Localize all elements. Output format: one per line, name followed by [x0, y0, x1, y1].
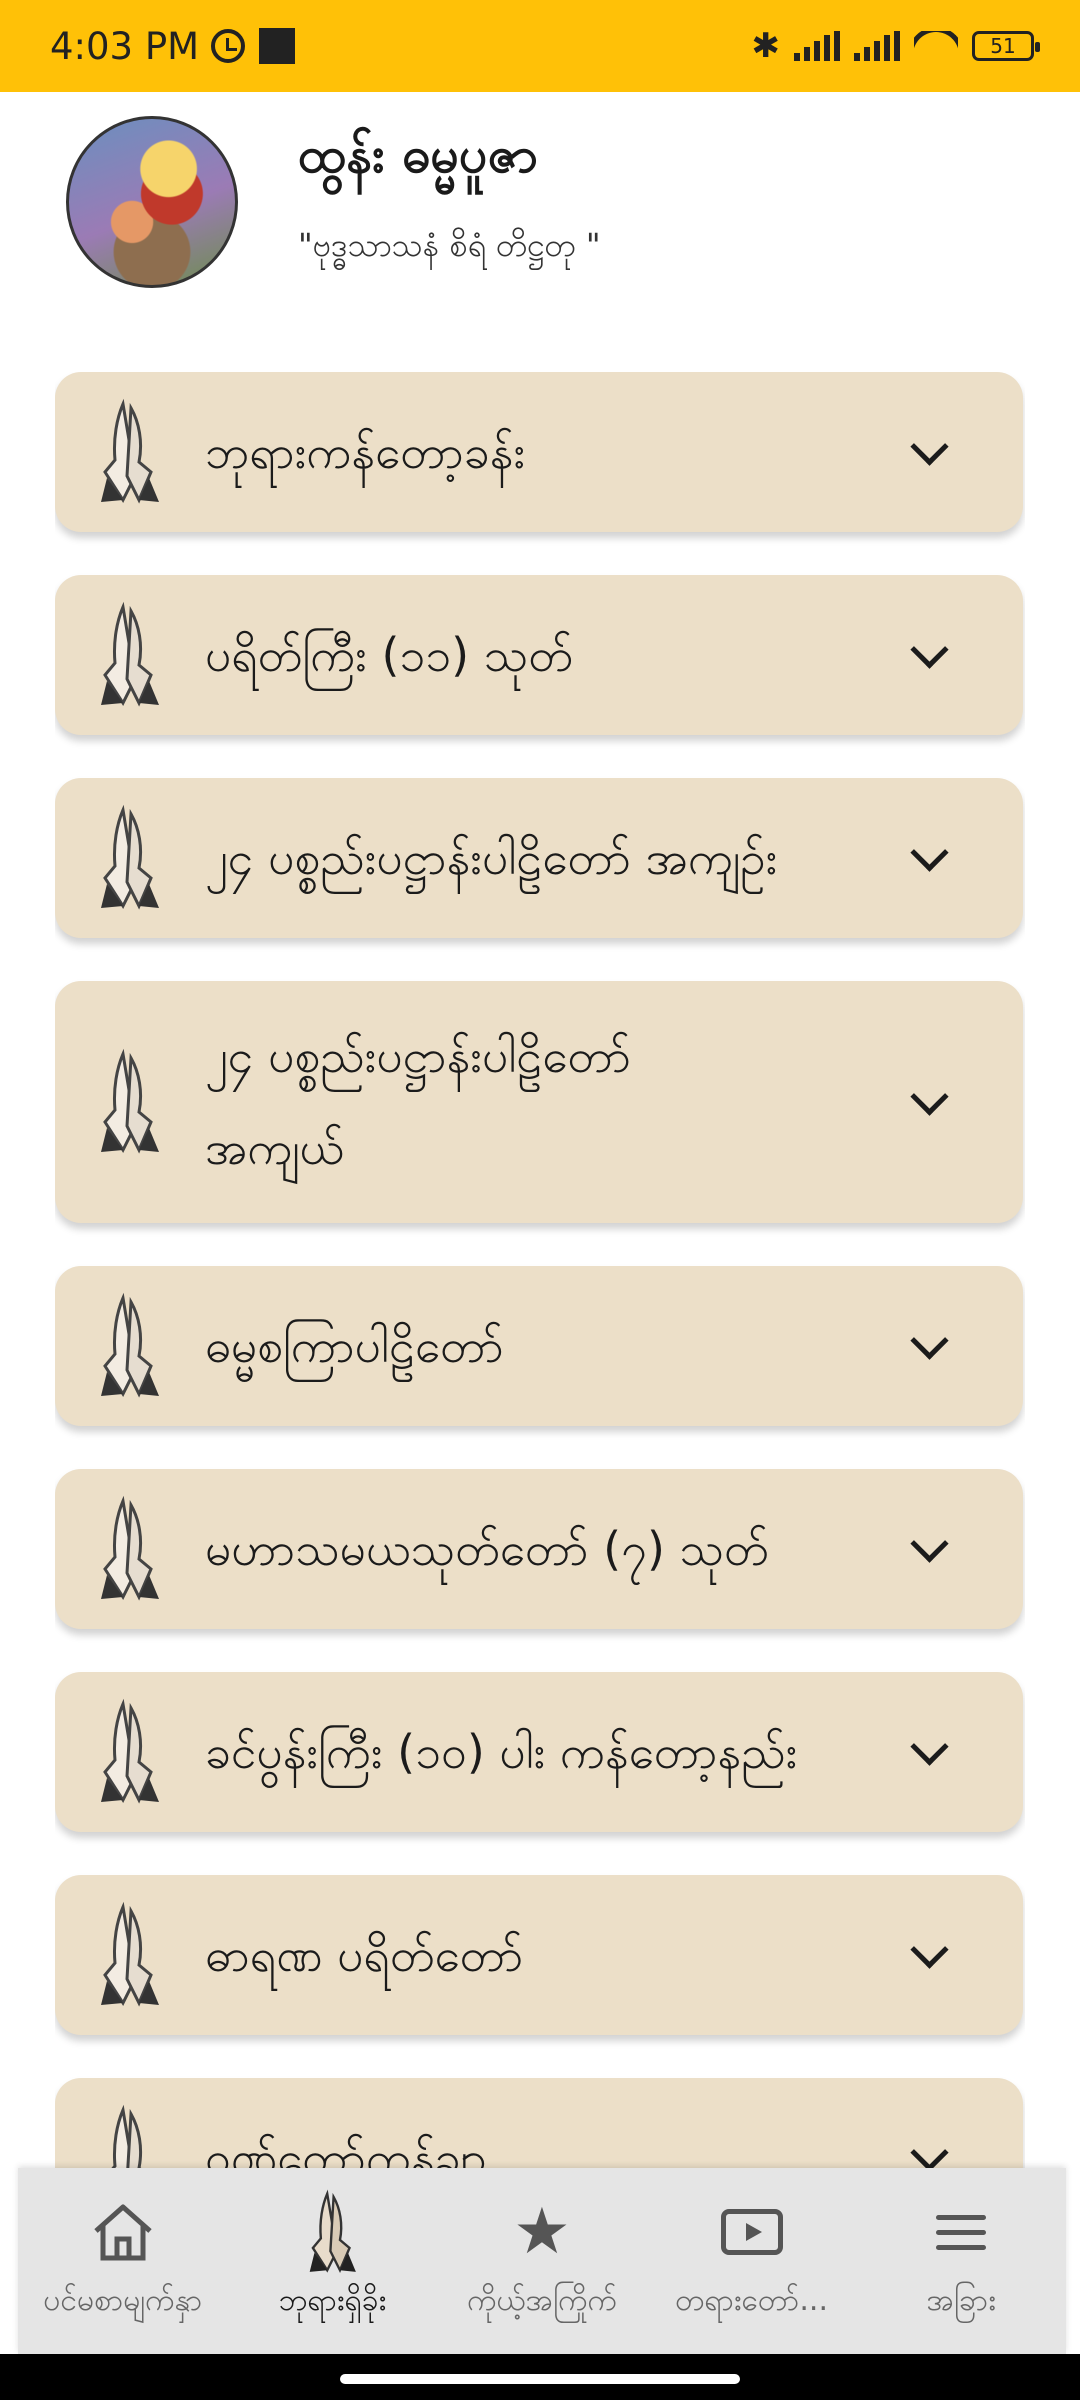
- nav-dhamma-talks-label: တရားတော်...: [675, 2283, 828, 2318]
- nav-home-label: ပင်မစာမျက်နှာ: [43, 2283, 203, 2318]
- category-label: ၂၄ ပစ္စည်းပဋ္ဌာန်းပါဠိတော် အကျဉ်း: [205, 831, 778, 885]
- nav-favorites[interactable]: ★ ကိုယ့်အကြိုက်: [437, 2168, 647, 2354]
- nav-prayers[interactable]: ဘုရားရှိခိုး: [228, 2168, 438, 2354]
- chevron-down-icon[interactable]: [910, 1524, 949, 1563]
- home-icon: [90, 2192, 156, 2272]
- alarm-icon: [211, 29, 246, 63]
- category-label: ဘုရားကန်တော့ခန်း: [205, 425, 526, 479]
- chevron-down-icon[interactable]: [910, 1077, 949, 1116]
- praying-hands-icon: [93, 398, 165, 506]
- chevron-down-icon[interactable]: [910, 427, 949, 466]
- nav-other-label: အခြား: [926, 2283, 996, 2318]
- battery-level: 51: [990, 34, 1016, 58]
- category-label: ခင်ပွန်းကြီး (၁၀) ပါး ကန်တော့နည်း: [205, 1725, 798, 1779]
- category-list[interactable]: ဘုရားကန်တော့ခန်းပရိတ်ကြီး (၁၁) သုတ်၂၄ ပစ…: [55, 372, 1025, 2168]
- chevron-down-icon[interactable]: [910, 630, 949, 669]
- play-icon: [720, 2192, 783, 2272]
- nav-prayers-label: ဘုရားရှိခိုး: [278, 2283, 387, 2318]
- category-card[interactable]: ၂၄ ပစ္စည်းပဋ္ဌာန်းပါဠိတော် အကျယ်: [55, 981, 1023, 1223]
- nav-other[interactable]: အခြား: [856, 2168, 1066, 2354]
- battery-icon: 51: [972, 31, 1040, 61]
- category-card[interactable]: မဟာသမယသုတ်တော် (၇) သုတ်: [55, 1469, 1023, 1629]
- chevron-down-icon[interactable]: [910, 1321, 949, 1360]
- category-card[interactable]: ၂၄ ပစ္စည်းပဋ္ဌာန်းပါဠိတော် အကျဉ်း: [55, 778, 1023, 938]
- nav-dhamma-talks[interactable]: တရားတော်...: [647, 2168, 857, 2354]
- praying-hands-icon: [93, 1048, 165, 1156]
- wifi-icon: [914, 31, 958, 61]
- praying-hands-icon: [93, 804, 165, 912]
- category-card[interactable]: ခင်ပွန်းကြီး (၁၀) ပါး ကန်တော့နည်း: [55, 1672, 1023, 1832]
- signal-icon: [794, 31, 840, 61]
- chevron-down-icon[interactable]: [910, 1727, 949, 1766]
- app-header: ထွန်း ဓမ္မပူဇာ "ဗုဒ္ဓသာသနံ စိရံ တိဋ္ဌတု …: [0, 92, 1080, 352]
- praying-hands-icon: [93, 1698, 165, 1806]
- category-label: မဟာသမယသုတ်တော် (၇) သုတ်: [205, 1522, 769, 1576]
- nav-home[interactable]: ပင်မစာမျက်နှာ: [18, 2168, 228, 2354]
- app-subtitle: "ဗုဒ္ဓသာသနံ စိရံ တိဋ္ဌတု ": [298, 226, 601, 264]
- category-label: ဝဏ်တော်ကန်ချာ: [205, 2131, 487, 2168]
- buddha-image: [66, 116, 238, 288]
- praying-hands-icon: [93, 1292, 165, 1400]
- category-label: ၂၄ ပစ္စည်းပဋ္ဌာန်းပါဠိတော် အကျယ်: [205, 1029, 632, 1175]
- praying-hands-icon: [93, 2104, 165, 2168]
- category-card[interactable]: ဘုရားကန်တော့ခန်း: [55, 372, 1023, 532]
- nav-favorites-label: ကိုယ့်အကြိုက်: [467, 2283, 617, 2318]
- category-label: ဓာရဏ ပရိတ်တော်: [205, 1928, 524, 1982]
- praying-hands-icon: [93, 1495, 165, 1603]
- bluetooth-icon: ✱: [751, 26, 781, 66]
- category-card[interactable]: ဓာရဏ ပရိတ်တော်: [55, 1875, 1023, 2035]
- praying-hands-icon: [93, 601, 165, 709]
- notification-square-icon: [259, 28, 296, 64]
- category-label: ဓမ္မစကြာပါဠိတော်: [205, 1319, 504, 1373]
- chevron-down-icon[interactable]: [910, 1930, 949, 1969]
- status-bar: 4:03 PM ✱ 51: [0, 0, 1080, 92]
- star-icon: ★: [513, 2195, 571, 2269]
- signal-icon: [854, 31, 900, 61]
- praying-hands-icon: [93, 1901, 165, 2009]
- category-card[interactable]: ပရိတ်ကြီး (၁၁) သုတ်: [55, 575, 1023, 735]
- menu-icon: [936, 2192, 987, 2272]
- category-label: ပရိတ်ကြီး (၁၁) သုတ်: [205, 628, 573, 682]
- category-card[interactable]: ဓမ္မစကြာပါဠိတော်: [55, 1266, 1023, 1426]
- chevron-down-icon[interactable]: [910, 833, 949, 872]
- app-title: ထွန်း ဓမ္မပူဇာ: [298, 126, 538, 184]
- chevron-down-icon[interactable]: [910, 2133, 949, 2168]
- status-time: 4:03 PM: [50, 24, 200, 68]
- gesture-handle[interactable]: [340, 2374, 740, 2384]
- category-card[interactable]: ဝဏ်တော်ကန်ချာ: [55, 2078, 1023, 2168]
- praying-hands-icon: [301, 2189, 363, 2274]
- bottom-navigation: ပင်မစာမျက်နှာ ဘုရားရှိခိုး ★ ကိုယ့်အကြို…: [18, 2168, 1066, 2354]
